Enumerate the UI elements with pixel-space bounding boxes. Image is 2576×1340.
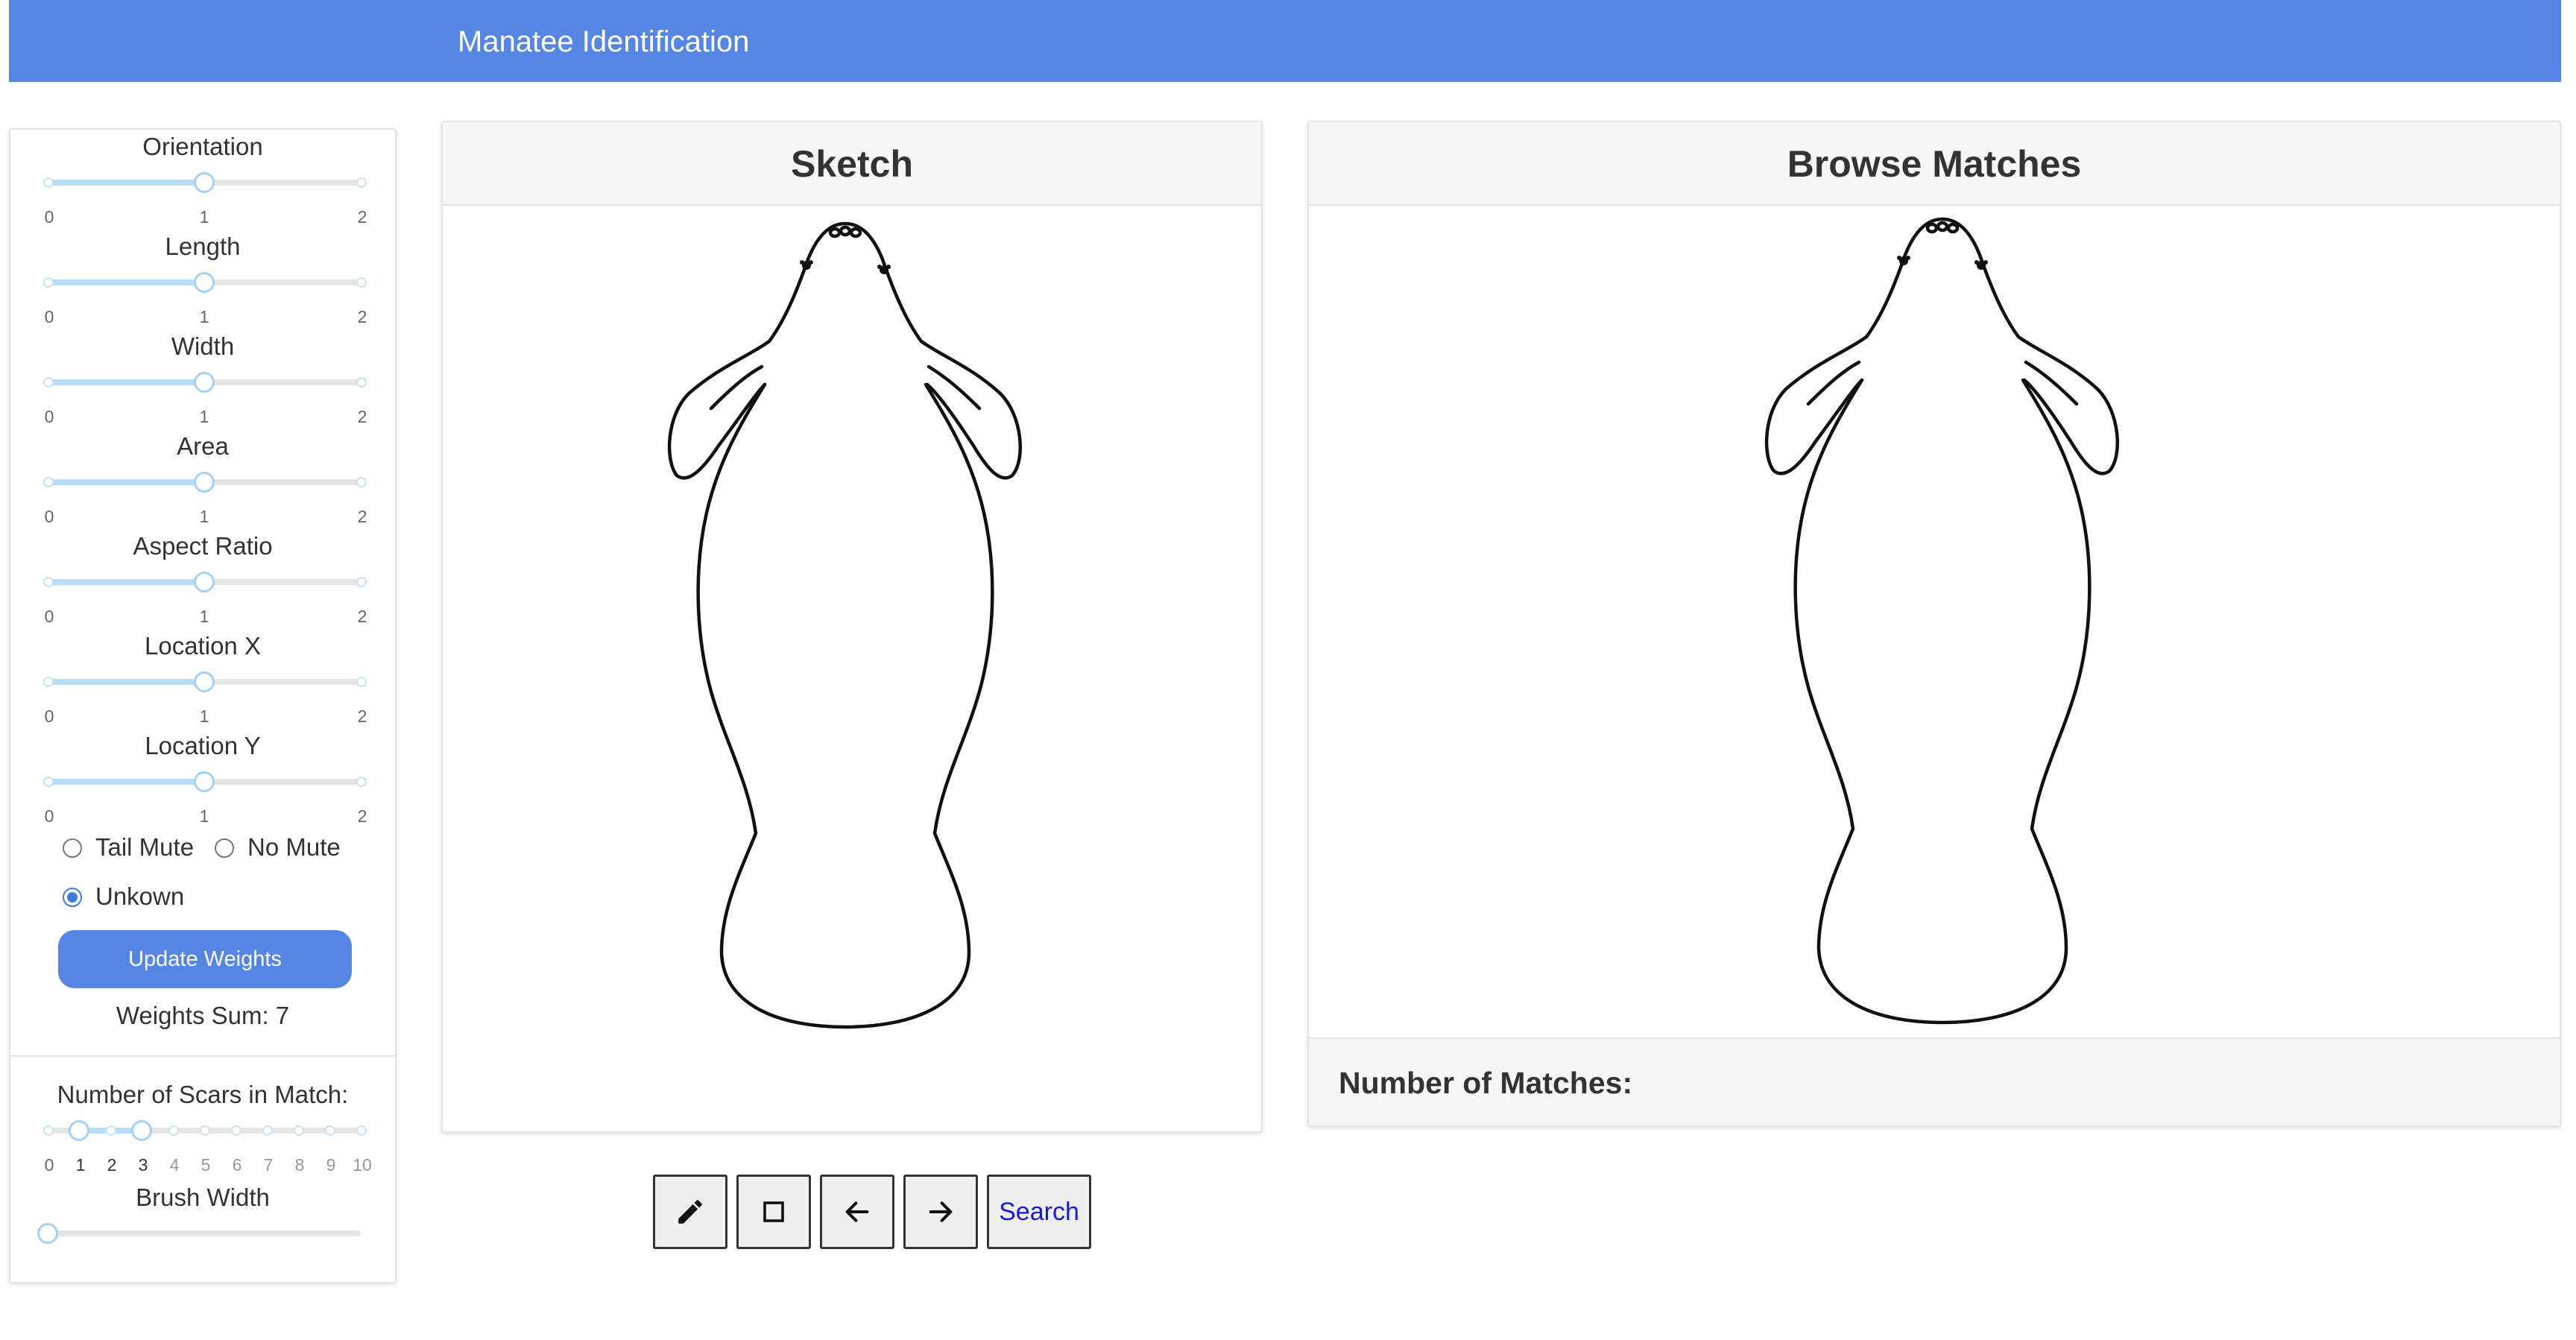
radio-label: No Mute bbox=[247, 833, 341, 861]
number-of-matches-label: Number of Matches: bbox=[1339, 1066, 1633, 1100]
slider-label: Orientation bbox=[142, 133, 263, 160]
radio-label: Tail Mute bbox=[95, 833, 195, 861]
brush-width-slider[interactable] bbox=[10, 1183, 395, 1251]
tick-label: 2 bbox=[357, 307, 367, 326]
tick-label: 0 bbox=[44, 407, 54, 426]
slider-label: Area bbox=[177, 432, 229, 460]
weights-panel: Orientation 0 1 2 Length 0 1 2 Width 0 1… bbox=[9, 128, 397, 1283]
slider-label: Location X bbox=[145, 632, 261, 660]
slider-handle[interactable] bbox=[194, 771, 215, 792]
tick-label: 6 bbox=[232, 1155, 242, 1175]
slider-label: Aspect Ratio bbox=[133, 532, 273, 560]
area-slider[interactable]: Area 0 1 2 bbox=[10, 432, 395, 532]
tick-label: 2 bbox=[357, 207, 367, 227]
slider-track[interactable] bbox=[48, 1230, 361, 1236]
slider-label: Length bbox=[165, 233, 241, 260]
slider-label: Width bbox=[171, 332, 235, 360]
tick-label: 0 bbox=[44, 607, 54, 626]
tick-label: 1 bbox=[199, 607, 209, 626]
tick-label: 0 bbox=[44, 1155, 54, 1175]
divider bbox=[10, 1055, 395, 1057]
app-header: Manatee Identification bbox=[9, 0, 2561, 82]
tick-label: 9 bbox=[326, 1155, 336, 1175]
tick-label: 5 bbox=[201, 1155, 211, 1175]
weights-sum: Weights Sum: 7 bbox=[116, 1002, 290, 1029]
radio-tail-mute[interactable]: Tail Mute bbox=[63, 833, 194, 862]
location-x-slider[interactable]: Location X 0 1 2 bbox=[10, 632, 395, 732]
tick-label: 2 bbox=[357, 806, 367, 826]
tick-label: 7 bbox=[263, 1155, 274, 1175]
pencil-button[interactable] bbox=[653, 1175, 727, 1249]
matches-title: Browse Matches bbox=[1309, 122, 2560, 206]
tick-label: 0 bbox=[44, 806, 54, 826]
undo-button[interactable] bbox=[820, 1175, 894, 1249]
app-title: Manatee Identification bbox=[458, 25, 750, 58]
tick-label: 0 bbox=[44, 707, 54, 726]
tick-label: 0 bbox=[44, 507, 54, 526]
radio-circle[interactable] bbox=[63, 888, 82, 907]
slider-handle[interactable] bbox=[194, 372, 215, 393]
radio-circle[interactable] bbox=[63, 838, 82, 858]
tick-label: 2 bbox=[107, 1155, 117, 1175]
range-handle-low[interactable] bbox=[69, 1120, 89, 1141]
scars-range-slider[interactable]: 0 1 2 3 4 5 6 7 8 9 10 bbox=[10, 1081, 395, 1175]
tick-label: 0 bbox=[44, 207, 54, 227]
slider-handle[interactable] bbox=[194, 472, 215, 493]
tick-label: 1 bbox=[199, 707, 209, 726]
update-weights-button[interactable]: Update Weights bbox=[58, 930, 352, 988]
slider-handle[interactable] bbox=[37, 1223, 58, 1244]
sketch-panel: Sketch Search bbox=[441, 121, 1263, 1249]
arrow-left-icon bbox=[845, 1201, 869, 1222]
redo-button[interactable] bbox=[903, 1175, 978, 1249]
tick-label: 1 bbox=[75, 1155, 86, 1175]
tick-label: 2 bbox=[357, 407, 367, 426]
tick-label: 0 bbox=[44, 307, 54, 326]
radio-label: Unkown bbox=[95, 882, 185, 910]
tick-label: 1 bbox=[199, 307, 209, 326]
search-button[interactable]: Search bbox=[987, 1175, 1091, 1249]
slider-handle[interactable] bbox=[194, 671, 215, 692]
orientation-slider[interactable]: Orientation 0 1 2 bbox=[10, 133, 395, 233]
tick-label: 8 bbox=[294, 1155, 305, 1175]
radio-circle[interactable] bbox=[215, 838, 234, 858]
tick-label: 2 bbox=[357, 707, 367, 726]
range-handle-high[interactable] bbox=[131, 1120, 152, 1141]
length-slider[interactable]: Length 0 1 2 bbox=[10, 233, 395, 332]
width-slider[interactable]: Width 0 1 2 bbox=[10, 332, 395, 432]
eraser-button[interactable] bbox=[736, 1175, 811, 1249]
tick-label: 4 bbox=[169, 1155, 180, 1175]
aspect-ratio-slider[interactable]: Aspect Ratio 0 1 2 bbox=[10, 532, 395, 632]
tick-label: 3 bbox=[138, 1155, 148, 1175]
tick-label: 1 bbox=[199, 806, 209, 826]
tick-label: 2 bbox=[357, 607, 367, 626]
matches-footer: Number of Matches: bbox=[1309, 1037, 2560, 1125]
manatee-sketch-canvas[interactable] bbox=[659, 215, 1032, 1042]
matches-panel: Browse Matches Number of Matches: bbox=[1307, 121, 2561, 1127]
pencil-icon bbox=[678, 1200, 702, 1224]
sketch-title: Sketch bbox=[443, 122, 1261, 206]
square-icon bbox=[763, 1201, 784, 1222]
arrow-right-icon bbox=[929, 1201, 953, 1222]
match-image bbox=[1764, 217, 2120, 1025]
tick-label: 1 bbox=[199, 207, 209, 227]
slider-label: Location Y bbox=[145, 732, 261, 759]
location-y-slider[interactable]: Location Y 0 1 2 bbox=[10, 732, 395, 832]
radio-no-mute[interactable]: No Mute bbox=[215, 833, 341, 862]
slider-handle[interactable] bbox=[194, 172, 215, 193]
slider-handle[interactable] bbox=[194, 272, 215, 293]
slider-handle[interactable] bbox=[194, 572, 215, 592]
tick-label: 10 bbox=[353, 1155, 372, 1175]
radio-unknown[interactable]: Unkown bbox=[63, 882, 184, 911]
tick-label: 2 bbox=[357, 507, 367, 526]
tick-label: 1 bbox=[199, 407, 209, 426]
tick-label: 1 bbox=[199, 507, 209, 526]
